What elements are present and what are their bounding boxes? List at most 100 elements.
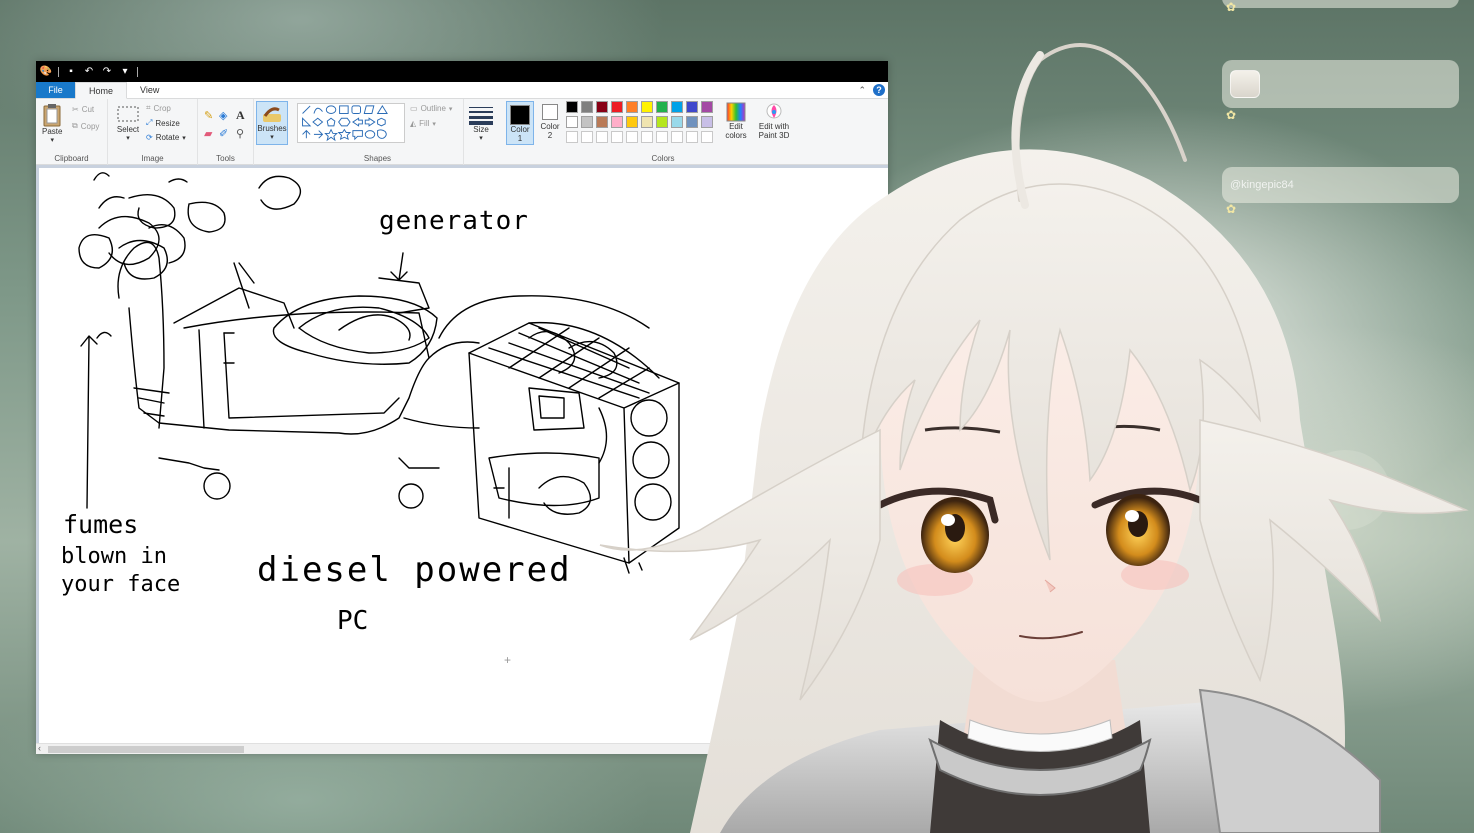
color1-button[interactable]: Color 1 (506, 101, 534, 145)
palette-swatch[interactable] (611, 131, 623, 143)
palette-swatch[interactable] (656, 116, 668, 128)
brushes-button[interactable]: Brushes ▾ (256, 101, 288, 145)
rotate-button[interactable]: ⟳ Rotate ▾ (146, 133, 186, 142)
palette-swatch[interactable] (566, 101, 578, 113)
palette-swatch[interactable] (641, 101, 653, 113)
edit-colors-button[interactable]: Edit colors (722, 102, 750, 140)
paste-button[interactable]: Paste ▾ (42, 103, 62, 145)
fill-bucket-icon[interactable]: ◈ (219, 109, 227, 122)
chat-message: @kingepic84 (1222, 167, 1459, 203)
palette-swatch[interactable] (581, 116, 593, 128)
color2-button[interactable]: Color 2 (537, 104, 563, 140)
tab-view[interactable]: View (127, 82, 172, 98)
palette-swatch[interactable] (566, 131, 578, 143)
colors-group: Color 1 Color 2 Edit colors Edit with Pa… (500, 99, 810, 165)
size-label: Size (473, 125, 489, 134)
fill-label: Fill (419, 119, 430, 128)
label-blown-in: blown in (61, 544, 167, 569)
palette-swatch[interactable] (671, 131, 683, 143)
palette-swatch[interactable] (626, 131, 638, 143)
palette-swatch[interactable] (581, 131, 593, 143)
clipboard-group: Paste ▾ ✂ Cut ⧉ Copy Clipboard (36, 99, 108, 165)
select-icon (117, 106, 139, 122)
magnifier-icon[interactable]: ⚲ (236, 127, 244, 140)
palette-swatch[interactable] (656, 131, 668, 143)
select-button[interactable]: Select ▾ (116, 105, 140, 143)
copy-icon: ⧉ (72, 121, 78, 130)
copy-button[interactable]: ⧉ Copy (72, 121, 99, 131)
resize-label: Resize (155, 118, 180, 128)
shapes-group: ▭ Outline ▾ ◭ Fill ▾ Shapes (292, 99, 464, 165)
palette-swatch[interactable] (596, 131, 608, 143)
separator (58, 66, 59, 77)
palette-swatch[interactable] (581, 101, 593, 113)
text-icon[interactable]: A (236, 108, 245, 123)
avatar (1230, 70, 1260, 98)
palette-swatch[interactable] (611, 116, 623, 128)
redo-icon[interactable]: ↷ (101, 66, 113, 78)
palette-swatch[interactable] (641, 131, 653, 143)
palette-swatch[interactable] (671, 101, 683, 113)
edit-with-paint3d-label: Edit with Paint 3D (758, 122, 790, 140)
scrollbar-thumb[interactable] (48, 746, 244, 753)
palette-swatch[interactable] (641, 116, 653, 128)
cut-button[interactable]: ✂ Cut (72, 105, 94, 114)
palette-swatch[interactable] (611, 101, 623, 113)
customize-quick-access-icon[interactable]: ▾ (119, 66, 131, 78)
save-icon[interactable]: ▪ (65, 66, 77, 78)
sketch-drawing (78, 172, 680, 574)
paint-app-icon[interactable]: 🎨 (40, 66, 52, 78)
background-avatar-ghost (1300, 450, 1390, 530)
tab-home[interactable]: Home (75, 82, 128, 99)
separator (137, 66, 138, 77)
cut-label: Cut (81, 105, 95, 114)
tools-group: ✎ ◈ A ▰ ✐ ⚲ Tools (198, 99, 254, 165)
palette-swatch[interactable] (626, 116, 638, 128)
color-picker-icon[interactable]: ✐ (219, 127, 228, 140)
scroll-left-icon[interactable]: ‹ (38, 743, 41, 753)
paint-window: 🎨 ▪ ↶ ↷ ▾ File Home View ⌃ ? Paste ▾ ✂ C… (36, 61, 888, 754)
size-button[interactable]: Size ▾ (468, 105, 494, 143)
label-generator: generator (379, 206, 529, 236)
edit-with-paint3d-button[interactable]: Edit with Paint 3D (754, 102, 794, 140)
palette-swatch[interactable] (596, 101, 608, 113)
canvas-area: generator fumes blown in your face diese… (36, 165, 888, 754)
group-label: Tools (216, 154, 235, 163)
minimize-ribbon-icon[interactable]: ⌃ (858, 85, 866, 96)
palette-swatch[interactable] (686, 101, 698, 113)
palette-swatch[interactable] (701, 131, 713, 143)
palette-swatch[interactable] (701, 116, 713, 128)
chat-username: @kingepic84 (1230, 179, 1294, 191)
eraser-icon[interactable]: ▰ (204, 127, 212, 140)
palette-swatch[interactable] (671, 116, 683, 128)
pencil-icon[interactable]: ✎ (204, 109, 213, 122)
brushes-label: Brushes (257, 124, 287, 133)
group-label: Clipboard (54, 154, 89, 163)
horizontal-scrollbar[interactable]: ‹ (36, 743, 888, 754)
resize-button[interactable]: ⤢ Resize (146, 118, 180, 128)
palette-swatch[interactable] (686, 131, 698, 143)
palette-swatch[interactable] (596, 116, 608, 128)
size-group: Size ▾ (464, 99, 500, 165)
title-bar: 🎨 ▪ ↶ ↷ ▾ (36, 61, 888, 82)
tab-file[interactable]: File (36, 82, 75, 98)
help-icon[interactable]: ? (873, 84, 885, 96)
crop-button[interactable]: ⌗ Crop (146, 103, 171, 113)
shapes-gallery[interactable] (297, 103, 405, 143)
palette-swatch[interactable] (626, 101, 638, 113)
color-palette (566, 101, 722, 147)
flower-icon: ✿ (1226, 202, 1237, 216)
palette-swatch[interactable] (656, 101, 668, 113)
edit-colors-label: Edit colors (725, 122, 747, 140)
left-eye (876, 487, 999, 573)
rotate-icon: ⟳ (146, 133, 153, 142)
color2-label: Color 2 (540, 122, 560, 140)
outline-button[interactable]: ▭ Outline ▾ (410, 104, 452, 113)
group-label: Colors (651, 154, 675, 163)
palette-swatch[interactable] (566, 116, 578, 128)
fill-button[interactable]: ◭ Fill ▾ (410, 119, 436, 128)
palette-swatch[interactable] (686, 116, 698, 128)
drawing-canvas[interactable]: generator fumes blown in your face diese… (39, 168, 888, 743)
undo-icon[interactable]: ↶ (83, 66, 95, 78)
palette-swatch[interactable] (701, 101, 713, 113)
